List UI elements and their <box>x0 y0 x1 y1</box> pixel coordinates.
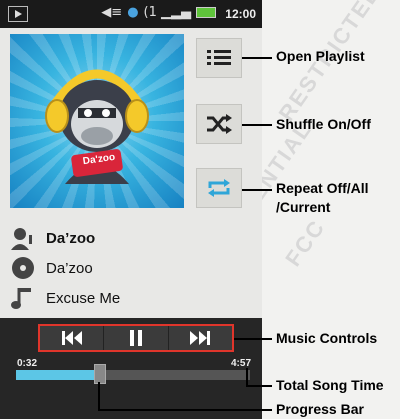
song-title: Excuse Me <box>46 289 121 307</box>
status-time: 12:00 <box>225 7 256 21</box>
previous-icon <box>61 331 82 345</box>
album-disc-icon <box>10 255 36 281</box>
callout-shuffle: Shuffle On/Off <box>276 116 371 132</box>
gorilla-mascot-icon <box>45 69 149 184</box>
callout-line <box>98 382 100 411</box>
callout-repeat-line2: /Current <box>276 199 331 215</box>
callout-line <box>98 409 272 411</box>
callout-total-song-time: Total Song Time <box>276 377 384 393</box>
callout-line <box>246 385 272 387</box>
song-row: Excuse Me <box>10 283 120 313</box>
media-play-icon <box>8 6 28 22</box>
progress-thumb[interactable] <box>94 364 107 384</box>
pause-button[interactable] <box>104 326 169 350</box>
status-icons: ◀≡ ● (1 ▁▂▄ <box>101 5 216 20</box>
album-name: Da’zoo <box>46 259 93 277</box>
artist-name: Da’zoo <box>46 229 96 247</box>
callout-line <box>242 189 272 191</box>
shuffle-icon <box>207 114 232 134</box>
status-bar: ◀≡ ● (1 ▁▂▄ 12:00 <box>0 0 262 28</box>
phone-screen: ◀≡ ● (1 ▁▂▄ 12:00 Da'zoo Da’zoo Da’zoo E… <box>0 0 262 419</box>
repeat-icon <box>208 179 230 197</box>
shuffle-button[interactable] <box>196 104 242 144</box>
callout-line <box>242 124 272 126</box>
repeat-button[interactable] <box>196 168 242 208</box>
watermark-text: FCC <box>280 214 331 271</box>
progress-fill <box>16 370 101 380</box>
previous-track-button[interactable] <box>40 326 105 350</box>
music-note-icon <box>10 285 36 311</box>
next-track-button[interactable] <box>169 326 232 350</box>
callout-progress-bar: Progress Bar <box>276 401 364 417</box>
next-icon <box>190 331 211 345</box>
total-song-time: 4:57 <box>231 358 252 369</box>
callout-repeat-line1: Repeat Off/All <box>276 180 369 196</box>
signal-icon: (1 ▁▂▄ <box>143 5 191 20</box>
globe-icon: ● <box>127 5 139 20</box>
open-playlist-button[interactable] <box>196 38 242 78</box>
volume-icon: ◀≡ <box>101 5 123 20</box>
battery-icon <box>196 7 216 18</box>
playlist-icon <box>207 50 231 65</box>
callout-music-controls: Music Controls <box>276 330 378 346</box>
artist-microphone-icon <box>10 225 36 251</box>
artist-row: Da’zoo <box>10 223 95 253</box>
album-row: Da’zoo <box>10 253 93 283</box>
callout-line <box>242 57 272 59</box>
callout-open-playlist: Open Playlist <box>276 48 365 64</box>
music-controls <box>38 324 234 352</box>
pause-icon <box>129 330 142 346</box>
progress-bar[interactable] <box>16 364 250 384</box>
elapsed-time: 0:32 <box>17 358 38 369</box>
album-art: Da'zoo <box>10 34 184 208</box>
callout-line <box>234 338 272 340</box>
